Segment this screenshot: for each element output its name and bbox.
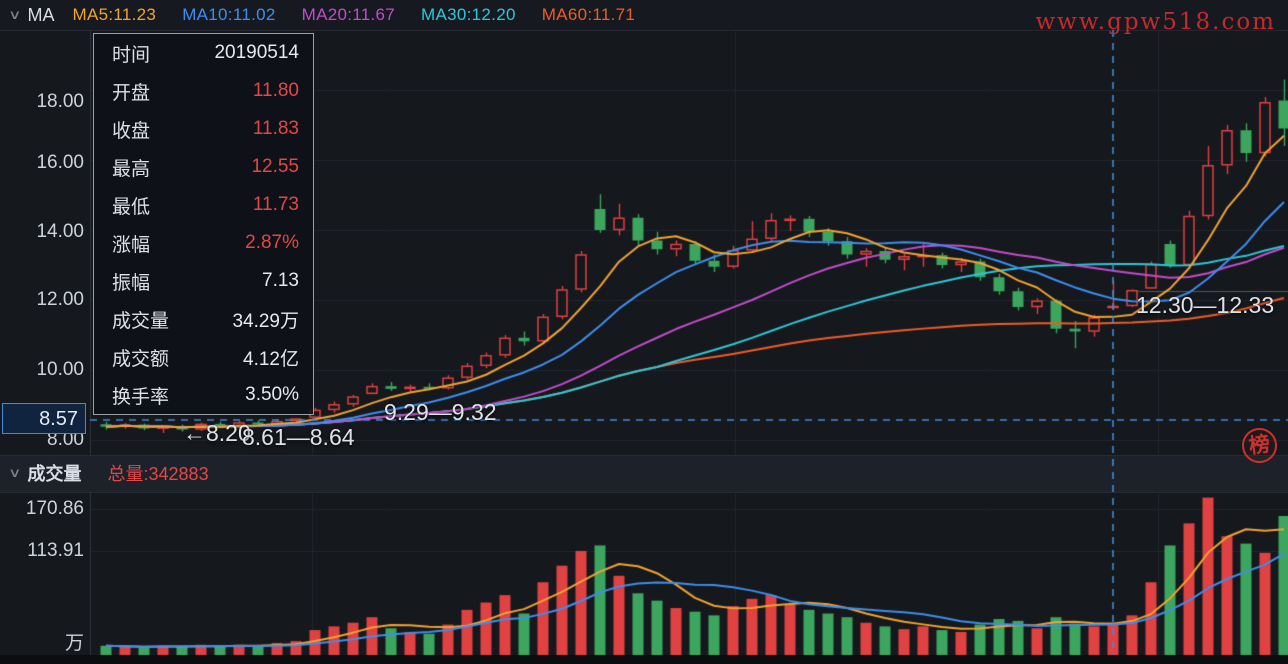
- stock-chart-app: ∨ MA MA5:11.23 MA10:11.02 MA20:11.67 MA3…: [0, 0, 1288, 664]
- tooltip-row-high: 最高12.55: [94, 148, 313, 186]
- tooltip-value: 11.83: [253, 118, 299, 140]
- annotation-low-price: ←8.20: [183, 420, 251, 447]
- annotation-gap-1: 8.61—8.64: [242, 424, 355, 451]
- tooltip-row-date: 时间20190514: [94, 34, 313, 72]
- tooltip-value: 20190514: [214, 42, 299, 64]
- volume-tick-mid: 113.91: [0, 540, 84, 562]
- tooltip-value: 12.55: [251, 156, 299, 178]
- ohlc-tooltip: 时间20190514 开盘11.80 收盘11.83 最高12.55 最低11.…: [93, 33, 314, 415]
- price-tick-12: 12.00: [0, 289, 84, 311]
- volume-title[interactable]: 成交量: [28, 460, 82, 486]
- ma5-value: MA5:11.23: [73, 5, 157, 25]
- tooltip-row-volume: 成交量34.29万: [94, 300, 313, 338]
- chevron-down-icon[interactable]: ∨: [8, 7, 21, 23]
- tooltip-value: 2.87%: [245, 232, 299, 254]
- tooltip-row-open: 开盘11.80: [94, 72, 313, 110]
- volume-unit-label: 万: [0, 633, 84, 655]
- price-tick-14: 14.00: [0, 221, 84, 243]
- price-tick-10: 10.00: [0, 359, 84, 381]
- tooltip-row-close: 收盘11.83: [94, 110, 313, 148]
- tooltip-value: 34.29万: [232, 306, 299, 333]
- chevron-down-icon[interactable]: ∨: [8, 465, 21, 481]
- volume-tick-high: 170.86: [0, 498, 84, 520]
- tooltip-row-turnover-rate: 换手率3.50%: [94, 376, 313, 414]
- tooltip-value: 11.73: [253, 194, 299, 216]
- tooltip-row-change: 涨幅2.87%: [94, 224, 313, 262]
- tooltip-value: 7.13: [262, 270, 299, 292]
- volume-header: ∨ 成交量 总量:342883: [0, 455, 1288, 491]
- tooltip-row-turnover: 成交额4.12亿: [94, 338, 313, 376]
- site-watermark: www.gpw518.com: [1035, 9, 1276, 35]
- crosshair-price-label: 8.57: [2, 403, 86, 434]
- ma20-value: MA20:11.67: [302, 5, 395, 25]
- ma30-value: MA30:12.20: [421, 5, 516, 25]
- annotation-gap-2: 9.29—9.32: [384, 399, 497, 426]
- tooltip-row-low: 最低11.73: [94, 186, 313, 224]
- ma60-value: MA60:11.71: [542, 5, 635, 25]
- tooltip-value: 3.50%: [245, 384, 299, 406]
- tooltip-row-amplitude: 振幅7.13: [94, 262, 313, 300]
- indicator-name[interactable]: MA: [28, 5, 55, 26]
- tooltip-value: 11.80: [253, 80, 299, 102]
- annotation-gap-3: 12.30—12.33: [1136, 292, 1274, 319]
- ma10-value: MA10:11.02: [182, 5, 275, 25]
- tooltip-value: 4.12亿: [243, 344, 299, 371]
- volume-total: 总量:342883: [108, 460, 209, 486]
- price-tick-16: 16.00: [0, 152, 84, 174]
- price-tick-18: 18.00: [0, 91, 84, 113]
